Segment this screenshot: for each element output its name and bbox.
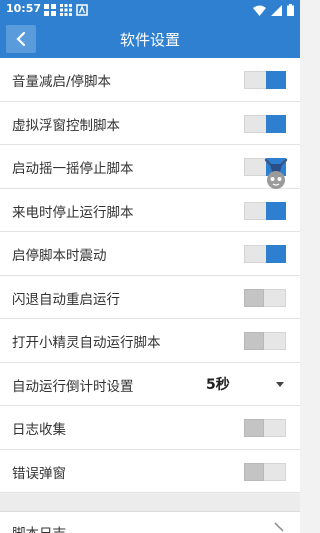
battery-icon <box>287 4 294 16</box>
script-log-label: 脚本日志 <box>12 522 66 533</box>
setting-auto-run-on-open[interactable]: 打开小精灵自动运行脚本 <box>0 319 300 363</box>
setting-label: 来电时停止运行脚本 <box>12 204 134 221</box>
system-icons <box>253 4 294 16</box>
toggle-switch[interactable] <box>244 201 286 220</box>
toggle-switch[interactable] <box>244 288 286 307</box>
toggle-switch[interactable] <box>244 419 286 437</box>
setting-label: 启停脚本时震动 <box>12 248 107 264</box>
grid-icon <box>44 4 56 16</box>
setting-label: 打开小精灵自动运行脚本 <box>12 335 161 351</box>
settings-list: 音量减启/停脚本 虚拟浮窗控制脚本 启动摇一摇停止脚本 来电时停止运行脚本 启停… <box>0 58 300 493</box>
setting-error-popup[interactable]: 错误弹窗 <box>0 449 300 493</box>
setting-label: 虚拟浮窗控制脚本 <box>12 117 120 134</box>
app-bar: 软件设置 <box>0 20 300 58</box>
setting-vibrate[interactable]: 启停脚本时震动 <box>0 232 300 276</box>
toggle-switch[interactable] <box>244 71 286 89</box>
notification-icons <box>44 4 88 16</box>
setting-countdown-dropdown[interactable]: 自动运行倒计时设置 5秒 <box>0 362 300 406</box>
section-divider <box>0 494 300 512</box>
setting-label: 错误弹窗 <box>12 465 66 482</box>
toggle-switch[interactable] <box>244 245 286 263</box>
status-time: 10:57 <box>6 2 42 15</box>
toggle-switch[interactable] <box>244 462 286 481</box>
robot-icon <box>264 158 288 189</box>
setting-label: 启动摇一摇停止脚本 <box>12 161 134 177</box>
setting-log-collection[interactable]: 日志收集 <box>0 406 300 450</box>
setting-label: 闪退自动重启运行 <box>12 291 120 308</box>
setting-crash-restart[interactable]: 闪退自动重启运行 <box>0 275 300 319</box>
floating-robot-widget[interactable] <box>262 158 290 192</box>
chevron-right-icon <box>274 522 284 532</box>
toggle-switch[interactable] <box>244 332 286 350</box>
script-log-row[interactable]: 脚本日志 <box>0 512 300 533</box>
countdown-value[interactable]: 5秒 <box>206 374 230 394</box>
setting-volume-down-toggle[interactable]: 音量减启/停脚本 <box>0 58 300 102</box>
page-title: 软件设置 <box>119 31 180 49</box>
setting-shake-to-stop[interactable]: 启动摇一摇停止脚本 <box>0 145 300 189</box>
setting-stop-on-call[interactable]: 来电时停止运行脚本 <box>0 188 300 232</box>
grid-dense-icon <box>60 4 72 16</box>
toggle-switch[interactable] <box>244 114 286 133</box>
signal-icon <box>271 4 282 16</box>
setting-floating-window[interactable]: 虚拟浮窗控制脚本 <box>0 101 300 145</box>
status-bar: 10:57 <box>0 0 300 20</box>
caret-down-icon[interactable] <box>276 381 284 387</box>
wifi-icon <box>253 5 266 16</box>
setting-label: 自动运行倒计时设置 <box>12 378 134 395</box>
app-notification-icon <box>76 4 88 16</box>
setting-label: 日志收集 <box>12 422 66 438</box>
setting-label: 音量减启/停脚本 <box>12 74 112 90</box>
